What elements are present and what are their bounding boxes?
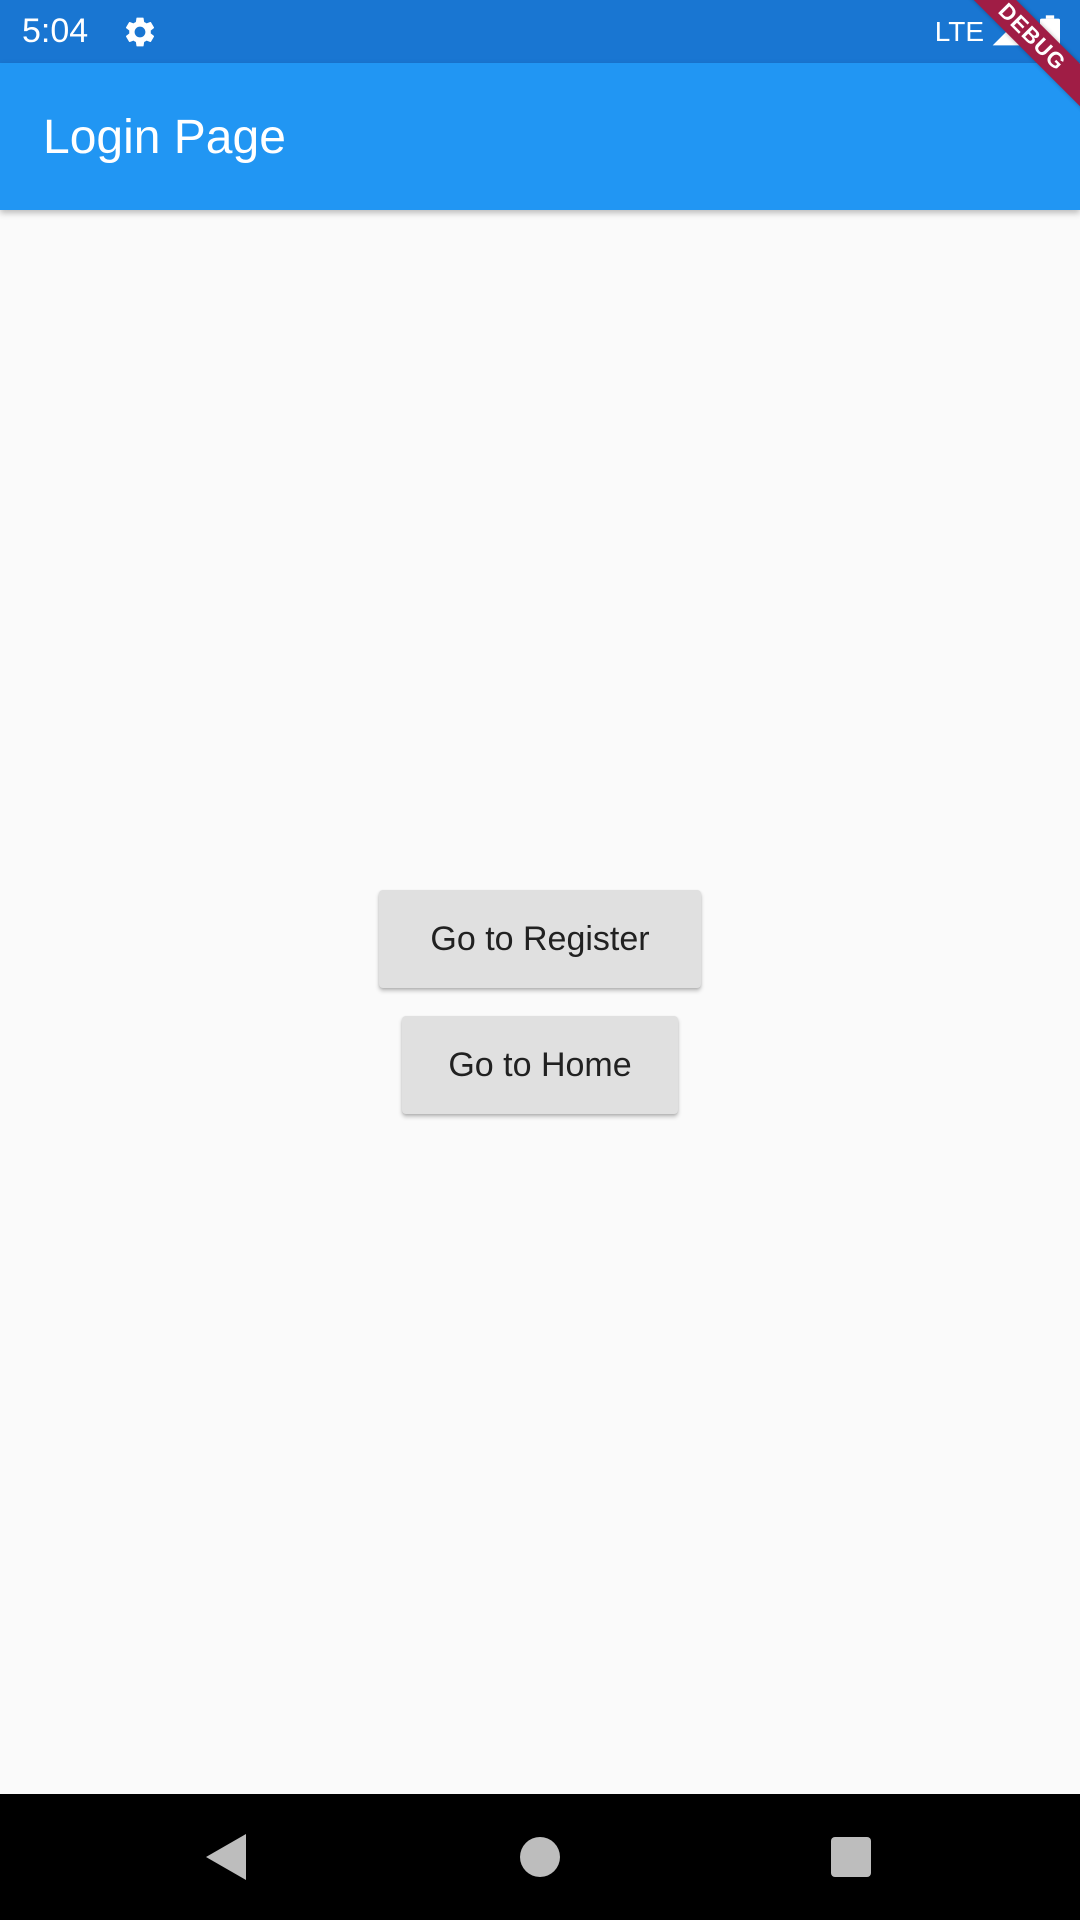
status-time: 5:04 [22,12,89,50]
navigation-bar [0,1794,1080,1920]
network-type: LTE [934,16,984,47]
app-bar: Login Page [0,63,1080,210]
go-to-register-button[interactable]: Go to Register [379,890,701,988]
back-icon[interactable] [206,1834,246,1880]
gear-icon [126,17,155,47]
screen: 5:04 LTE Login Page DEBUG Go to Register… [0,0,1080,1920]
page-title: Login Page [43,111,286,164]
go-to-home-button[interactable]: Go to Home [402,1016,678,1114]
home-icon[interactable] [520,1837,560,1877]
recents-icon[interactable] [831,1837,871,1877]
status-bar: 5:04 LTE [0,0,1080,63]
